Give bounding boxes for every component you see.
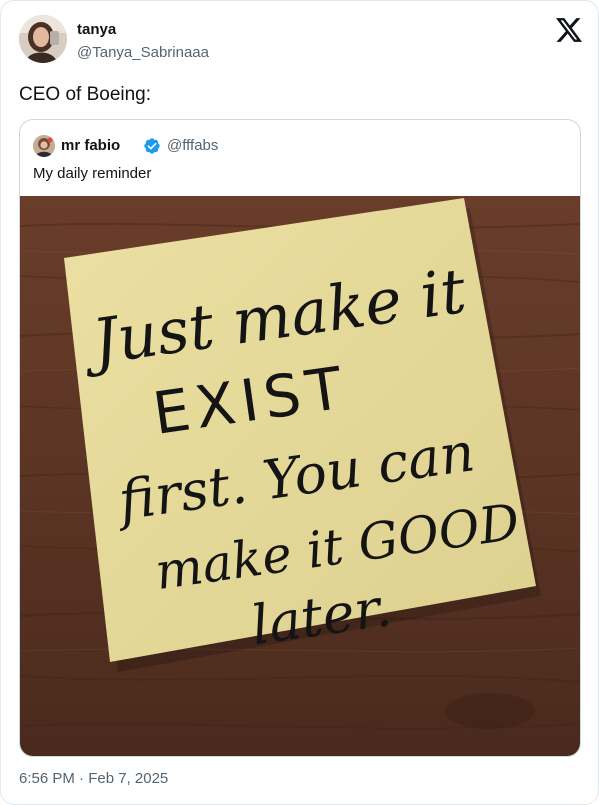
- quoted-tweet-text: My daily reminder: [33, 165, 152, 182]
- x-logo-icon[interactable]: [556, 18, 582, 42]
- quoted-author-avatar[interactable]: [33, 135, 55, 157]
- author-avatar[interactable]: [19, 15, 67, 63]
- quoted-tweet-photo[interactable]: Just make it EXIST first. You can make i…: [20, 196, 580, 756]
- author-handle[interactable]: @Tanya_Sabrinaaa: [77, 44, 209, 61]
- quoted-author-handle[interactable]: @fffabs: [167, 137, 218, 154]
- quoted-author-name[interactable]: mr fabio: [61, 137, 120, 154]
- avatar-image: [19, 15, 67, 63]
- author-name[interactable]: tanya: [77, 21, 116, 38]
- verified-badge-icon: [144, 138, 160, 154]
- quoted-tweet[interactable]: mr fabio @fffabs My daily reminder Just …: [19, 119, 581, 757]
- tweet-text: CEO of Boeing:: [19, 84, 152, 105]
- quoted-avatar-image: [33, 135, 55, 157]
- tweet-timestamp[interactable]: 6:56 PM · Feb 7, 2025: [19, 770, 168, 787]
- tweet-card: tanya @Tanya_Sabrinaaa CEO of Boeing: mr…: [0, 0, 599, 805]
